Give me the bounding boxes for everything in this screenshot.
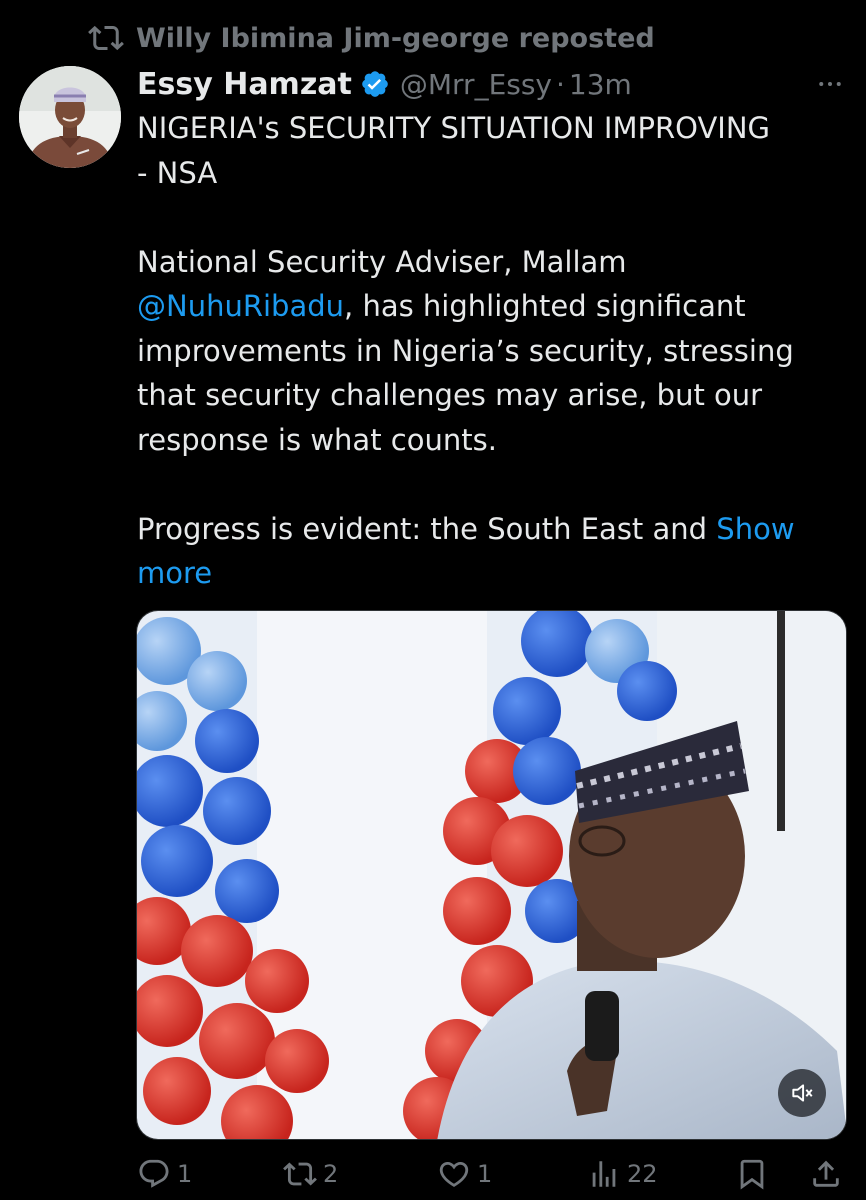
speaker-muted-icon bbox=[792, 1084, 813, 1102]
bookmark-button[interactable] bbox=[735, 1152, 775, 1196]
more-options-button[interactable] bbox=[812, 66, 848, 102]
repost-context[interactable]: Willy Ibimina Jim-george reposted bbox=[88, 18, 655, 58]
heart-icon bbox=[439, 1161, 469, 1187]
repost-label: Willy Ibimina Jim-george reposted bbox=[136, 22, 655, 54]
tweet-headline: NIGERIA's SECURITY SITUATION IMPROVING -… bbox=[137, 106, 847, 195]
author-display-name[interactable]: Essy Hamzat bbox=[137, 67, 352, 102]
share-button[interactable] bbox=[809, 1152, 849, 1196]
views-button[interactable]: 22 bbox=[587, 1152, 658, 1196]
mention-link[interactable]: @NuhuRibadu bbox=[137, 289, 344, 323]
tweet-actions: 1 2 1 22 bbox=[137, 1152, 847, 1196]
tweet-paragraph-1: National Security Adviser, Mallam @NuhuRi… bbox=[137, 240, 847, 463]
reply-button[interactable]: 1 bbox=[137, 1152, 192, 1196]
analytics-icon bbox=[592, 1161, 616, 1187]
view-count: 22 bbox=[627, 1160, 658, 1188]
tweet-paragraph-2: Progress is evident: the South East and … bbox=[137, 507, 847, 596]
timestamp[interactable]: 13m bbox=[569, 68, 632, 101]
bookmark-icon bbox=[740, 1159, 764, 1190]
repost-count: 2 bbox=[323, 1160, 339, 1188]
repost-icon bbox=[88, 25, 124, 51]
like-count: 1 bbox=[477, 1160, 493, 1188]
reply-icon bbox=[139, 1159, 169, 1188]
reply-count: 1 bbox=[177, 1160, 193, 1188]
paragraph-1-intro: National Security Adviser, Mallam bbox=[137, 244, 627, 279]
more-horizontal-icon bbox=[819, 82, 841, 86]
repost-button[interactable]: 2 bbox=[283, 1152, 338, 1196]
tweet-text: NIGERIA's SECURITY SITUATION IMPROVING -… bbox=[137, 106, 847, 596]
like-button[interactable]: 1 bbox=[437, 1152, 492, 1196]
tweet-header: Essy Hamzat @Mrr_Essy · 13m bbox=[137, 62, 632, 106]
share-icon bbox=[813, 1160, 839, 1187]
paragraph-2-text: Progress is evident: the South East and bbox=[137, 511, 717, 546]
video-player[interactable] bbox=[136, 610, 847, 1140]
repost-icon bbox=[283, 1162, 317, 1186]
headline-line-2: - NSA bbox=[137, 155, 218, 190]
avatar[interactable] bbox=[19, 66, 121, 168]
video-frame bbox=[137, 611, 846, 1139]
verified-badge-icon bbox=[362, 71, 388, 97]
author-handle[interactable]: @Mrr_Essy bbox=[400, 68, 552, 101]
headline-line-1: NIGERIA's SECURITY SITUATION IMPROVING bbox=[137, 111, 771, 145]
mute-toggle-button[interactable] bbox=[778, 1069, 826, 1117]
separator-dot: · bbox=[556, 67, 565, 101]
